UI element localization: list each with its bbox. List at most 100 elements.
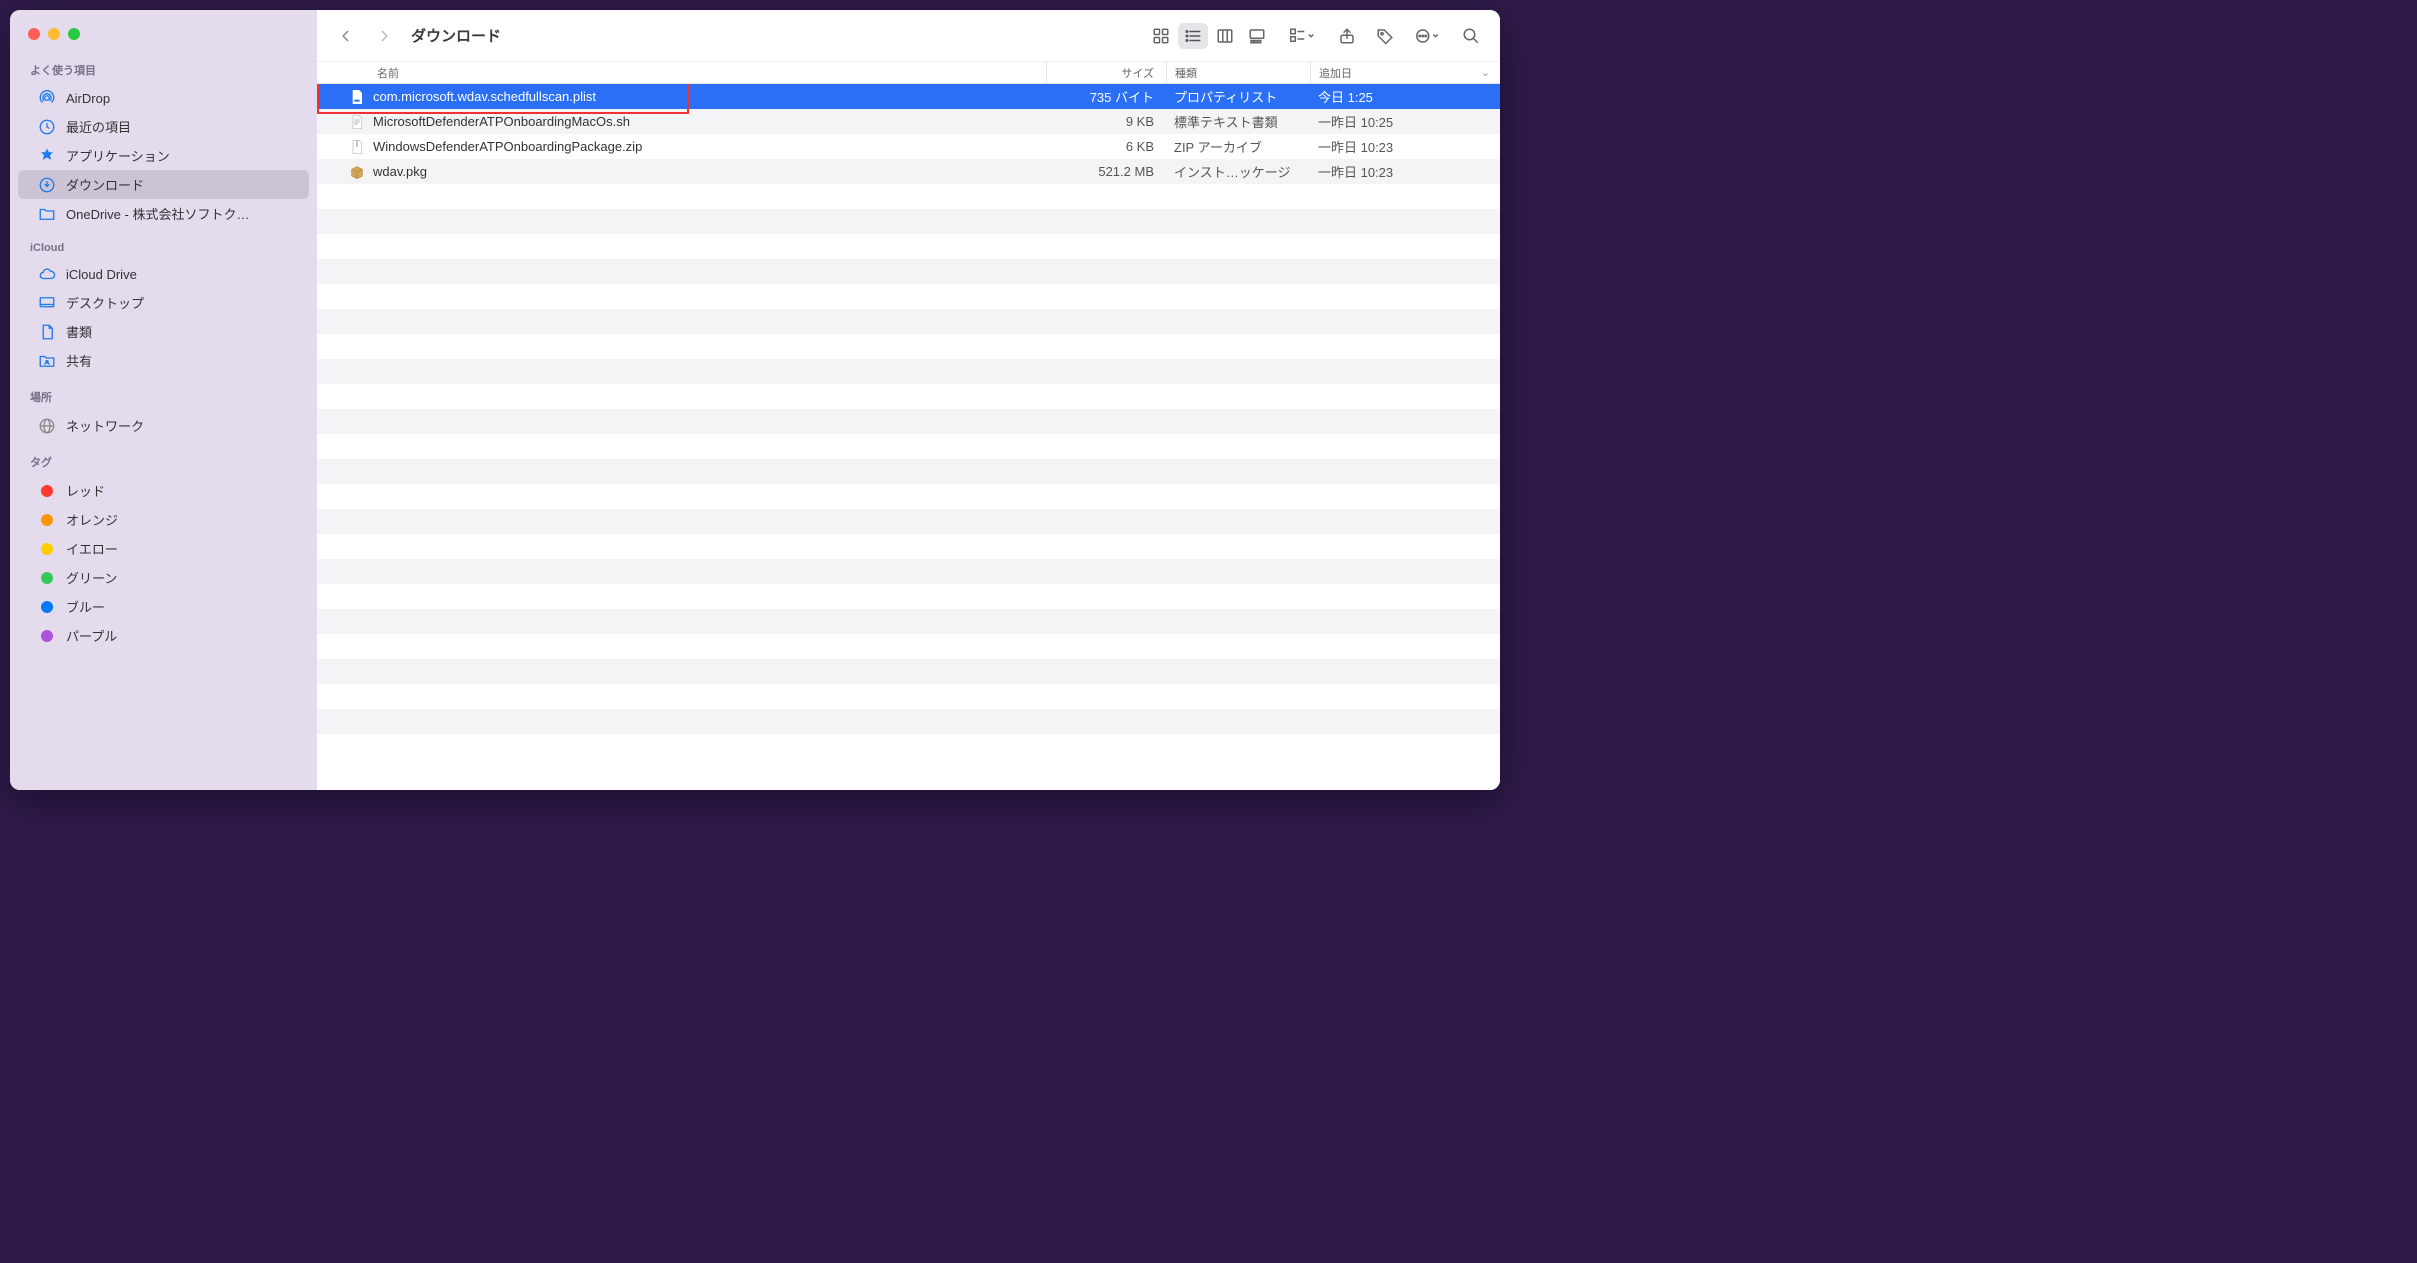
file-size: 9 KB [1046,114,1166,129]
forward-button[interactable] [369,23,399,49]
view-columns-button[interactable] [1210,23,1240,49]
close-button[interactable] [28,28,40,40]
file-kind: インスト…ッケージ [1166,162,1310,181]
empty-row [317,634,1500,659]
download-icon [38,176,56,194]
view-gallery-button[interactable] [1242,23,1272,49]
file-row[interactable]: WindowsDefenderATPOnboardingPackage.zip … [317,134,1500,159]
file-name: wdav.pkg [373,164,427,179]
empty-row [317,659,1500,684]
empty-row [317,409,1500,434]
tag-icon [38,482,56,500]
file-date: 一昨日 10:23 [1310,137,1500,156]
pkg-file-icon [349,164,365,180]
file-name: WindowsDefenderATPOnboardingPackage.zip [373,139,642,154]
view-list-button[interactable] [1178,23,1208,49]
sidebar-item-label: 書類 [66,322,92,341]
sidebar-item[interactable]: 最近の項目 [18,112,309,141]
file-date: 一昨日 10:25 [1310,112,1500,131]
file-kind: ZIP アーカイブ [1166,137,1310,156]
location-title: ダウンロード [411,25,501,46]
tag-icon [38,511,56,529]
back-button[interactable] [331,23,361,49]
fullscreen-button[interactable] [68,28,80,40]
sidebar-item-label: OneDrive - 株式会社ソフトク… [66,204,249,223]
sidebar-item[interactable]: オレンジ [18,505,309,534]
sidebar-item[interactable]: 書類 [18,317,309,346]
action-menu-button[interactable] [1408,23,1448,49]
sidebar-item-label: パープル [66,626,117,645]
airdrop-icon [38,89,56,107]
sidebar-item-label: ブルー [66,597,105,616]
sidebar-heading: 場所 [10,385,317,411]
sidebar-item-label: ダウンロード [66,175,144,194]
empty-row [317,309,1500,334]
column-kind[interactable]: 種類 [1166,62,1310,83]
globe-icon [38,417,56,435]
folder-icon [38,205,56,223]
empty-row [317,359,1500,384]
tag-icon [38,540,56,558]
file-row[interactable]: com.microsoft.wdav.schedfullscan.plist 7… [317,84,1500,109]
sidebar-item[interactable]: AirDrop [18,84,309,112]
tag-icon [38,569,56,587]
empty-row [317,609,1500,634]
sidebar-item-label: AirDrop [66,91,110,106]
sidebar-item[interactable]: ネットワーク [18,411,309,440]
empty-row [317,584,1500,609]
sidebar: よく使う項目AirDrop最近の項目アプリケーションダウンロードOneDrive… [10,10,317,790]
sidebar-item-label: iCloud Drive [66,267,137,282]
sidebar-item[interactable]: ダウンロード [18,170,309,199]
tag-icon [38,627,56,645]
view-switcher [1146,23,1272,49]
sidebar-item-label: 共有 [66,351,92,370]
empty-row [317,459,1500,484]
minimize-button[interactable] [48,28,60,40]
sidebar-item[interactable]: デスクトップ [18,288,309,317]
empty-row [317,709,1500,734]
column-date-label: 追加日 [1319,65,1352,81]
view-icons-button[interactable] [1146,23,1176,49]
sidebar-item[interactable]: OneDrive - 株式会社ソフトク… [18,199,309,228]
tag-button[interactable] [1370,23,1400,49]
column-headers: 名前 サイズ 種類 追加日 ⌄ [317,62,1500,84]
empty-row [317,184,1500,209]
sidebar-item[interactable]: ブルー [18,592,309,621]
sidebar-heading: タグ [10,450,317,476]
empty-row [317,384,1500,409]
sidebar-item[interactable]: 共有 [18,346,309,375]
file-row[interactable]: wdav.pkg 521.2 MB インスト…ッケージ 一昨日 10:23 [317,159,1500,184]
empty-row [317,234,1500,259]
sidebar-item[interactable]: イエロー [18,534,309,563]
group-by-button[interactable] [1280,23,1324,49]
sidebar-item[interactable]: レッド [18,476,309,505]
finder-window: よく使う項目AirDrop最近の項目アプリケーションダウンロードOneDrive… [10,10,1500,790]
sidebar-item[interactable]: パープル [18,621,309,650]
empty-row [317,434,1500,459]
file-size: 6 KB [1046,139,1166,154]
sidebar-item-label: アプリケーション [66,146,170,165]
share-button[interactable] [1332,23,1362,49]
empty-row [317,209,1500,234]
clock-icon [38,118,56,136]
empty-row [317,534,1500,559]
column-date[interactable]: 追加日 ⌄ [1310,62,1500,83]
column-name[interactable]: 名前 [317,65,1046,81]
column-size[interactable]: サイズ [1046,62,1166,83]
file-list[interactable]: com.microsoft.wdav.schedfullscan.plist 7… [317,84,1500,790]
window-controls [10,22,317,58]
search-button[interactable] [1456,23,1486,49]
empty-row [317,684,1500,709]
sidebar-item-label: グリーン [66,568,117,587]
sidebar-item[interactable]: グリーン [18,563,309,592]
file-date: 一昨日 10:23 [1310,162,1500,181]
sidebar-item[interactable]: iCloud Drive [18,260,309,288]
empty-row [317,284,1500,309]
empty-row [317,259,1500,284]
sidebar-item[interactable]: アプリケーション [18,141,309,170]
sidebar-item-label: イエロー [66,539,118,558]
doc-icon [38,323,56,341]
file-row[interactable]: MicrosoftDefenderATPOnboardingMacOs.sh 9… [317,109,1500,134]
file-size: 735 バイト [1046,87,1166,106]
empty-row [317,509,1500,534]
